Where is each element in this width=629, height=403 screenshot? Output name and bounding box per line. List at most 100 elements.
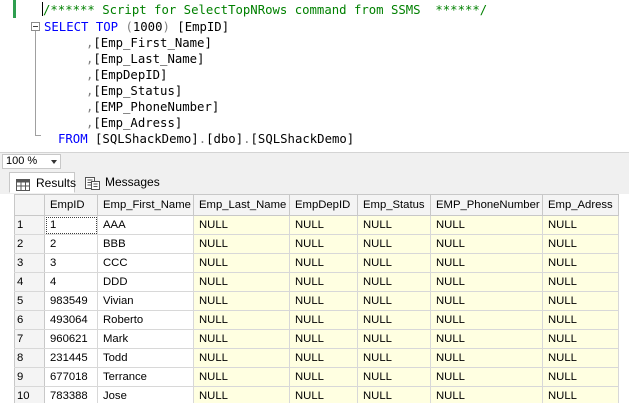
grid-cell[interactable]: Jose (97, 386, 194, 403)
grid-cell[interactable]: NULL (430, 348, 543, 368)
grid-cell[interactable]: 3 (44, 253, 98, 273)
table-row[interactable]: 9 677018 Terrance NULL NULL NULL NULL NULL (14, 367, 619, 387)
grid-cell[interactable]: Mark (97, 329, 194, 349)
grid-cell[interactable]: NULL (357, 253, 431, 273)
collapse-icon[interactable] (31, 22, 40, 31)
grid-cell[interactable]: 493064 (44, 310, 98, 330)
grid-cell[interactable]: NULL (542, 310, 619, 330)
grid-cell[interactable]: NULL (430, 215, 543, 235)
row-number[interactable]: 2 (14, 234, 45, 254)
column-header-rownum[interactable] (14, 194, 45, 216)
grid-cell[interactable]: Terrance (97, 367, 194, 387)
grid-cell[interactable]: NULL (193, 329, 290, 349)
table-row[interactable]: 1 1 AAA NULL NULL NULL NULL NULL (14, 215, 619, 235)
zoom-select[interactable]: 100 % (2, 154, 61, 169)
tab-messages[interactable]: Messages (79, 172, 160, 193)
grid-cell[interactable]: NULL (542, 386, 619, 403)
table-row[interactable]: 6 493064 Roberto NULL NULL NULL NULL NULL (14, 310, 619, 330)
grid-cell[interactable]: NULL (542, 234, 619, 254)
grid-cell[interactable]: 231445 (44, 348, 98, 368)
tab-results[interactable]: Results (9, 172, 76, 193)
grid-cell[interactable]: Todd (97, 348, 194, 368)
grid-cell[interactable]: NULL (430, 386, 543, 403)
row-number[interactable]: 4 (14, 272, 45, 292)
grid-cell[interactable]: NULL (357, 348, 431, 368)
grid-cell[interactable]: NULL (289, 234, 358, 254)
query-editor[interactable]: /****** Script for SelectTopNRows comman… (0, 0, 629, 152)
grid-cell[interactable]: 677018 (44, 367, 98, 387)
grid-cell[interactable]: NULL (357, 234, 431, 254)
grid-cell[interactable]: DDD (97, 272, 194, 292)
row-number[interactable]: 10 (14, 386, 45, 403)
grid-cell[interactable]: NULL (430, 234, 543, 254)
table-row[interactable]: 2 2 BBB NULL NULL NULL NULL NULL (14, 234, 619, 254)
column-header[interactable]: Emp_Status (357, 194, 431, 216)
column-header[interactable]: Emp_First_Name (97, 194, 194, 216)
table-row[interactable]: 10 783388 Jose NULL NULL NULL NULL NULL (14, 386, 619, 403)
grid-cell[interactable]: 783388 (44, 386, 98, 403)
grid-cell[interactable]: NULL (357, 329, 431, 349)
column-header[interactable]: EmpID (44, 194, 98, 216)
grid-cell[interactable]: CCC (97, 253, 194, 273)
grid-cell[interactable]: NULL (289, 215, 358, 235)
grid-cell[interactable]: NULL (430, 310, 543, 330)
chevron-down-icon[interactable] (51, 160, 57, 164)
row-number[interactable]: 6 (14, 310, 45, 330)
grid-cell[interactable]: NULL (289, 386, 358, 403)
grid-cell[interactable]: BBB (97, 234, 194, 254)
table-row[interactable]: 4 4 DDD NULL NULL NULL NULL NULL (14, 272, 619, 292)
grid-cell[interactable]: NULL (430, 272, 543, 292)
row-number[interactable]: 5 (14, 291, 45, 311)
results-grid[interactable]: EmpID Emp_First_Name Emp_Last_Name EmpDe… (0, 194, 629, 403)
column-header[interactable]: EmpDepID (289, 194, 358, 216)
grid-cell[interactable]: AAA (97, 215, 194, 235)
grid-cell[interactable]: NULL (193, 291, 290, 311)
column-header[interactable]: EMP_PhoneNumber (430, 194, 543, 216)
grid-cell[interactable]: NULL (193, 215, 290, 235)
table-row[interactable]: 3 3 CCC NULL NULL NULL NULL NULL (14, 253, 619, 273)
grid-cell[interactable]: 1 (44, 215, 98, 235)
grid-cell[interactable]: NULL (289, 348, 358, 368)
grid-cell[interactable]: NULL (357, 367, 431, 387)
grid-cell[interactable]: NULL (542, 272, 619, 292)
column-header[interactable]: Emp_Last_Name (193, 194, 290, 216)
grid-cell[interactable]: NULL (289, 329, 358, 349)
grid-cell[interactable]: NULL (542, 215, 619, 235)
grid-cell[interactable]: NULL (289, 367, 358, 387)
grid-cell[interactable]: NULL (542, 253, 619, 273)
grid-cell[interactable]: NULL (193, 272, 290, 292)
grid-cell[interactable]: NULL (542, 348, 619, 368)
grid-cell[interactable]: NULL (430, 329, 543, 349)
row-number[interactable]: 9 (14, 367, 45, 387)
table-row[interactable]: 7 960621 Mark NULL NULL NULL NULL NULL (14, 329, 619, 349)
grid-cell[interactable]: NULL (357, 272, 431, 292)
grid-cell[interactable]: NULL (542, 329, 619, 349)
grid-cell[interactable]: NULL (193, 367, 290, 387)
row-number[interactable]: 8 (14, 348, 45, 368)
column-header[interactable]: Emp_Adress (542, 194, 619, 216)
grid-cell[interactable]: NULL (193, 386, 290, 403)
table-row[interactable]: 5 983549 Vivian NULL NULL NULL NULL NULL (14, 291, 619, 311)
grid-cell[interactable]: NULL (193, 348, 290, 368)
grid-cell[interactable]: NULL (289, 272, 358, 292)
grid-cell[interactable]: NULL (357, 215, 431, 235)
grid-cell[interactable]: NULL (357, 291, 431, 311)
grid-cell[interactable]: NULL (289, 310, 358, 330)
grid-cell[interactable]: NULL (430, 291, 543, 311)
grid-cell[interactable]: NULL (542, 367, 619, 387)
table-row[interactable]: 8 231445 Todd NULL NULL NULL NULL NULL (14, 348, 619, 368)
grid-cell[interactable]: NULL (430, 367, 543, 387)
grid-cell[interactable]: NULL (430, 253, 543, 273)
grid-cell[interactable]: NULL (289, 291, 358, 311)
grid-cell[interactable]: NULL (357, 310, 431, 330)
grid-cell[interactable]: NULL (193, 310, 290, 330)
grid-cell[interactable]: 983549 (44, 291, 98, 311)
grid-cell[interactable]: NULL (542, 291, 619, 311)
grid-cell[interactable]: 960621 (44, 329, 98, 349)
row-number[interactable]: 3 (14, 253, 45, 273)
grid-cell[interactable]: NULL (193, 234, 290, 254)
grid-cell[interactable]: Vivian (97, 291, 194, 311)
grid-cell[interactable]: 2 (44, 234, 98, 254)
grid-cell[interactable]: NULL (357, 386, 431, 403)
row-number[interactable]: 1 (14, 215, 45, 235)
